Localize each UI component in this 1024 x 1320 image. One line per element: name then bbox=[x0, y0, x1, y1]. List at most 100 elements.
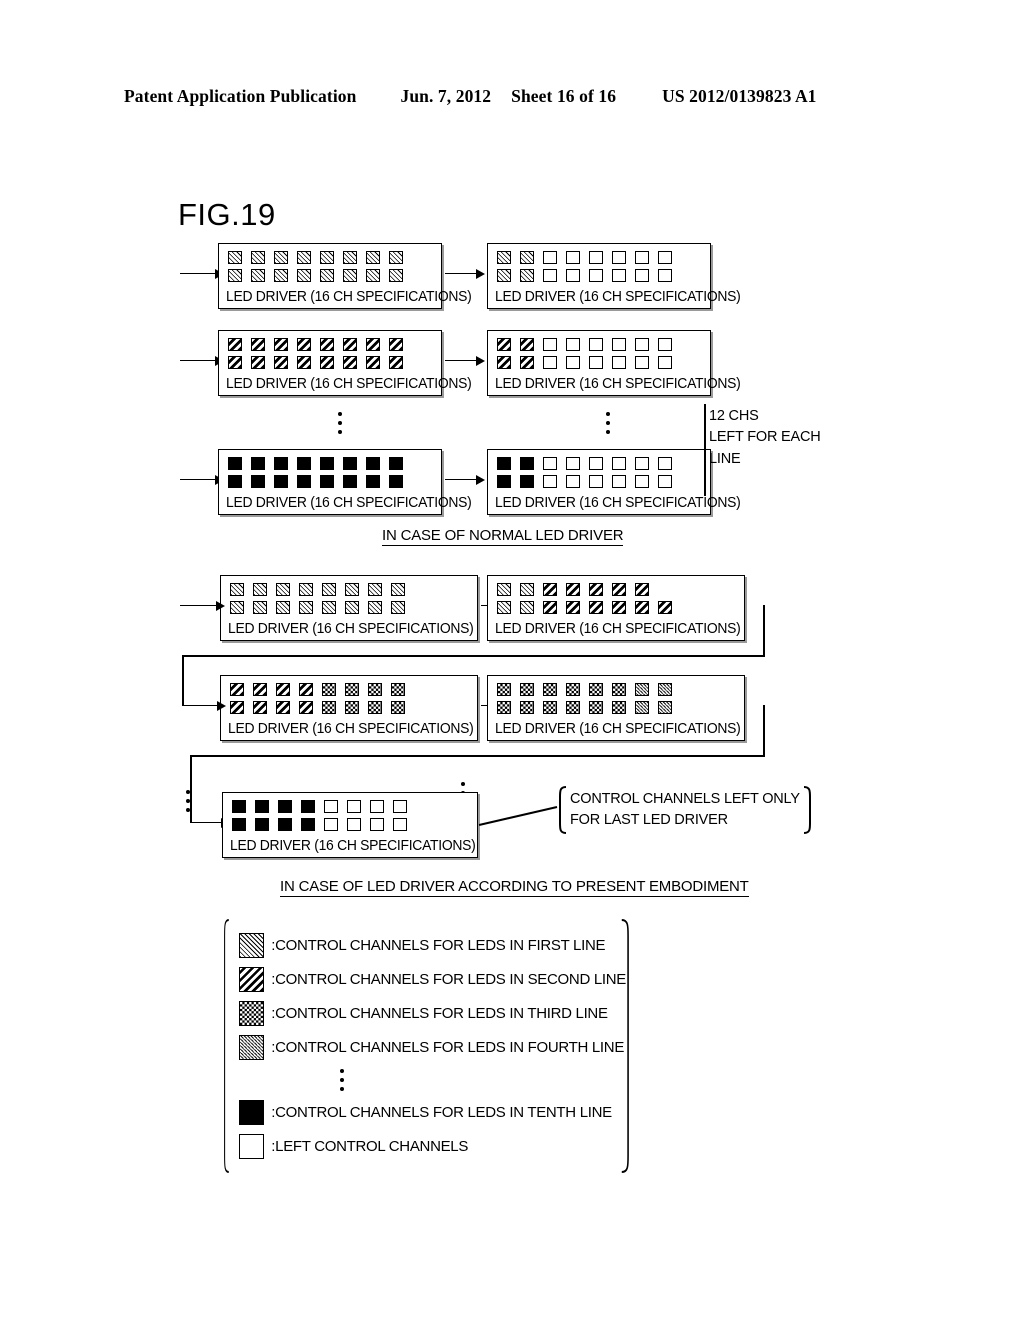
legend-item: :CONTROL CHANNELS FOR LEDS IN FOURTH LIN… bbox=[239, 1031, 626, 1065]
channel-cell bbox=[635, 601, 649, 614]
channel-grid bbox=[497, 338, 672, 369]
channel-cell bbox=[274, 356, 288, 369]
channel-grid bbox=[232, 800, 407, 831]
channel-cell bbox=[566, 338, 580, 351]
channel-cell bbox=[322, 601, 336, 614]
input-arrow-normal-3 bbox=[180, 479, 216, 480]
callout-text: 12 CHS LEFT FOR EACH LINE bbox=[706, 406, 824, 469]
channel-row bbox=[232, 800, 407, 813]
channel-cell bbox=[543, 338, 557, 351]
driver-label: LED DRIVER (16 CH SPECIFICATIONS) bbox=[495, 721, 741, 737]
legend-item-label: :CONTROL CHANNELS FOR LEDS IN SECOND LIN… bbox=[271, 970, 626, 988]
channel-cell bbox=[366, 356, 380, 369]
channel-cell bbox=[228, 338, 242, 351]
driver-label: LED DRIVER (16 CH SPECIFICATIONS) bbox=[228, 721, 474, 737]
channel-cell bbox=[322, 683, 336, 696]
channel-cell bbox=[658, 251, 672, 264]
channel-cell bbox=[366, 251, 380, 264]
legend-item: :CONTROL CHANNELS FOR LEDS IN TENTH LINE bbox=[239, 1096, 626, 1130]
channel-cell bbox=[345, 701, 359, 714]
channel-row bbox=[497, 475, 672, 488]
legend-rows: :CONTROL CHANNELS FOR LEDS IN FIRST LINE… bbox=[229, 918, 632, 1174]
channel-cell bbox=[612, 269, 626, 282]
legend-swatch bbox=[239, 932, 265, 958]
channel-cell bbox=[497, 457, 511, 470]
led-driver-embodiment-last: LED DRIVER (16 CH SPECIFICATIONS) bbox=[222, 792, 478, 858]
channel-cell bbox=[370, 800, 384, 813]
channel-cell bbox=[566, 251, 580, 264]
channel-cell bbox=[612, 701, 626, 714]
channel-cell bbox=[658, 601, 672, 614]
channel-cell bbox=[566, 475, 580, 488]
channel-cell bbox=[635, 269, 649, 282]
legend-item: :CONTROL CHANNELS FOR LEDS IN SECOND LIN… bbox=[239, 962, 626, 996]
channel-cell bbox=[497, 338, 511, 351]
channel-cell bbox=[366, 338, 380, 351]
callout-text: CONTROL CHANNELS LEFT ONLY FOR LAST LED D… bbox=[567, 789, 803, 831]
led-driver-embodiment-1-right: LED DRIVER (16 CH SPECIFICATIONS) bbox=[487, 575, 745, 641]
channel-cell bbox=[543, 356, 557, 369]
channel-cell bbox=[566, 269, 580, 282]
channel-cell bbox=[589, 475, 603, 488]
channel-cell bbox=[520, 251, 534, 264]
channel-cell bbox=[589, 269, 603, 282]
channel-cell bbox=[497, 601, 511, 614]
channel-row bbox=[228, 338, 403, 351]
led-driver-embodiment-1-left: LED DRIVER (16 CH SPECIFICATIONS) bbox=[220, 575, 478, 641]
channel-cell bbox=[566, 701, 580, 714]
channel-cell bbox=[543, 457, 557, 470]
channel-cell bbox=[612, 601, 626, 614]
channel-row bbox=[230, 683, 405, 696]
channel-cell bbox=[635, 457, 649, 470]
channel-cell bbox=[228, 475, 242, 488]
legend-swatch bbox=[239, 1035, 265, 1061]
channel-cell bbox=[589, 583, 603, 596]
callout-leader-line bbox=[478, 806, 558, 826]
driver-label: LED DRIVER (16 CH SPECIFICATIONS) bbox=[495, 289, 741, 305]
driver-label: LED DRIVER (16 CH SPECIFICATIONS) bbox=[226, 495, 472, 511]
channel-cell bbox=[368, 583, 382, 596]
channel-cell bbox=[612, 251, 626, 264]
input-arrow-normal-1 bbox=[180, 273, 216, 274]
channel-cell bbox=[251, 338, 265, 351]
wrap-wire-2-v-left bbox=[190, 755, 192, 822]
channel-cell bbox=[393, 800, 407, 813]
legend-item: :LEFT CONTROL CHANNELS bbox=[239, 1130, 626, 1164]
callout-12-chs-left: 12 CHS LEFT FOR EACH LINE bbox=[706, 402, 822, 474]
channel-cell bbox=[320, 475, 334, 488]
driver-label: LED DRIVER (16 CH SPECIFICATIONS) bbox=[230, 838, 476, 854]
channel-grid bbox=[230, 683, 405, 714]
led-driver-normal-1-right: LED DRIVER (16 CH SPECIFICATIONS) bbox=[487, 243, 741, 309]
channel-cell bbox=[297, 338, 311, 351]
channel-cell bbox=[274, 338, 288, 351]
link-arrow-normal-1 bbox=[445, 273, 477, 274]
figure-title: FIG.19 bbox=[178, 197, 276, 232]
channel-cell bbox=[391, 601, 405, 614]
channel-cell bbox=[391, 583, 405, 596]
channel-row bbox=[497, 338, 672, 351]
channel-cell bbox=[612, 457, 626, 470]
channel-cell bbox=[658, 701, 672, 714]
channel-cell bbox=[589, 356, 603, 369]
channel-cell bbox=[543, 475, 557, 488]
driver-label: LED DRIVER (16 CH SPECIFICATIONS) bbox=[228, 621, 474, 637]
channel-cell bbox=[389, 251, 403, 264]
channel-cell bbox=[343, 356, 357, 369]
channel-cell bbox=[566, 683, 580, 696]
channel-cell bbox=[389, 356, 403, 369]
channel-cell bbox=[566, 583, 580, 596]
channel-cell bbox=[251, 475, 265, 488]
arrow-head bbox=[216, 600, 225, 611]
channel-cell bbox=[297, 457, 311, 470]
channel-cell bbox=[274, 269, 288, 282]
header-date-text: Jun. 7, 2012 bbox=[400, 86, 492, 106]
channel-row bbox=[497, 683, 672, 696]
channel-cell bbox=[297, 475, 311, 488]
channel-row bbox=[497, 269, 672, 282]
channel-cell bbox=[345, 683, 359, 696]
channel-cell bbox=[232, 800, 246, 813]
channel-cell bbox=[276, 601, 290, 614]
input-arrow-embodiment-last bbox=[190, 822, 222, 823]
led-driver-embodiment-2-left: LED DRIVER (16 CH SPECIFICATIONS) bbox=[220, 675, 478, 741]
wrap-wire-1-v-right bbox=[763, 605, 765, 657]
